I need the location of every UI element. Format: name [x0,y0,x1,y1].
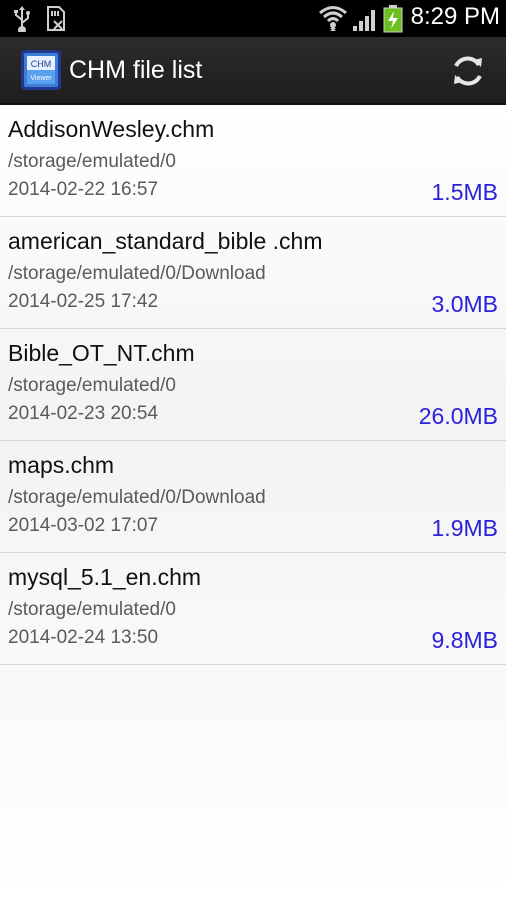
file-name: american_standard_bible .chm [8,228,323,254]
file-name: maps.chm [8,452,115,478]
file-list-item[interactable]: maps.chm/storage/emulated/0/Download 2014… [0,441,506,553]
file-list: AddisonWesley.chm/storage/emulated/0 2014… [0,105,506,900]
page-title: CHM file list [69,56,203,84]
usb-icon [14,6,30,32]
file-date: 2014-03-02 17:07 [8,515,159,536]
file-path: /storage/emulated/0 [8,599,176,620]
status-time: 8:29 PM [410,3,500,30]
file-list-item[interactable]: Bible_OT_NT.chm/storage/emulated/0 2014-0… [0,329,506,441]
file-list-item[interactable]: mysql_5.1_en.chm/storage/emulated/0 2014-… [0,553,506,665]
file-size: 26.0MB [418,403,498,429]
file-date: 2014-02-25 17:42 [8,291,159,312]
refresh-icon[interactable] [448,51,488,91]
file-path: /storage/emulated/0/Download [8,487,266,508]
file-path: /storage/emulated/0/Download [8,263,266,284]
file-date: 2014-02-22 16:57 [8,179,159,200]
file-name: Bible_OT_NT.chm [8,340,195,366]
file-name: AddisonWesley.chm [8,116,215,142]
file-date: 2014-02-24 13:50 [8,627,159,648]
action-bar: CHM Viewer CHM file list [0,37,506,105]
file-size: 9.8MB [431,627,498,653]
file-path: /storage/emulated/0 [8,151,176,172]
file-size: 1.9MB [431,515,498,541]
sd-card-icon [47,6,65,31]
wifi-icon [319,6,347,31]
signal-icon [353,10,375,31]
app-icon-text-bottom: Viewer [30,75,52,82]
file-path: /storage/emulated/0 [8,375,176,396]
file-name: mysql_5.1_en.chm [8,564,202,590]
file-list-item[interactable]: american_standard_bible .chm/storage/emu… [0,217,506,329]
app-logo-icon[interactable]: CHM Viewer [21,50,61,90]
battery-charging-icon [383,5,403,33]
file-date: 2014-02-23 20:54 [8,403,159,424]
app-icon-text-top: CHM [31,59,52,69]
file-list-item[interactable]: AddisonWesley.chm/storage/emulated/0 2014… [0,105,506,217]
status-bar: 8:29 PM [0,0,506,37]
file-size: 1.5MB [431,179,498,205]
file-size: 3.0MB [431,291,498,317]
